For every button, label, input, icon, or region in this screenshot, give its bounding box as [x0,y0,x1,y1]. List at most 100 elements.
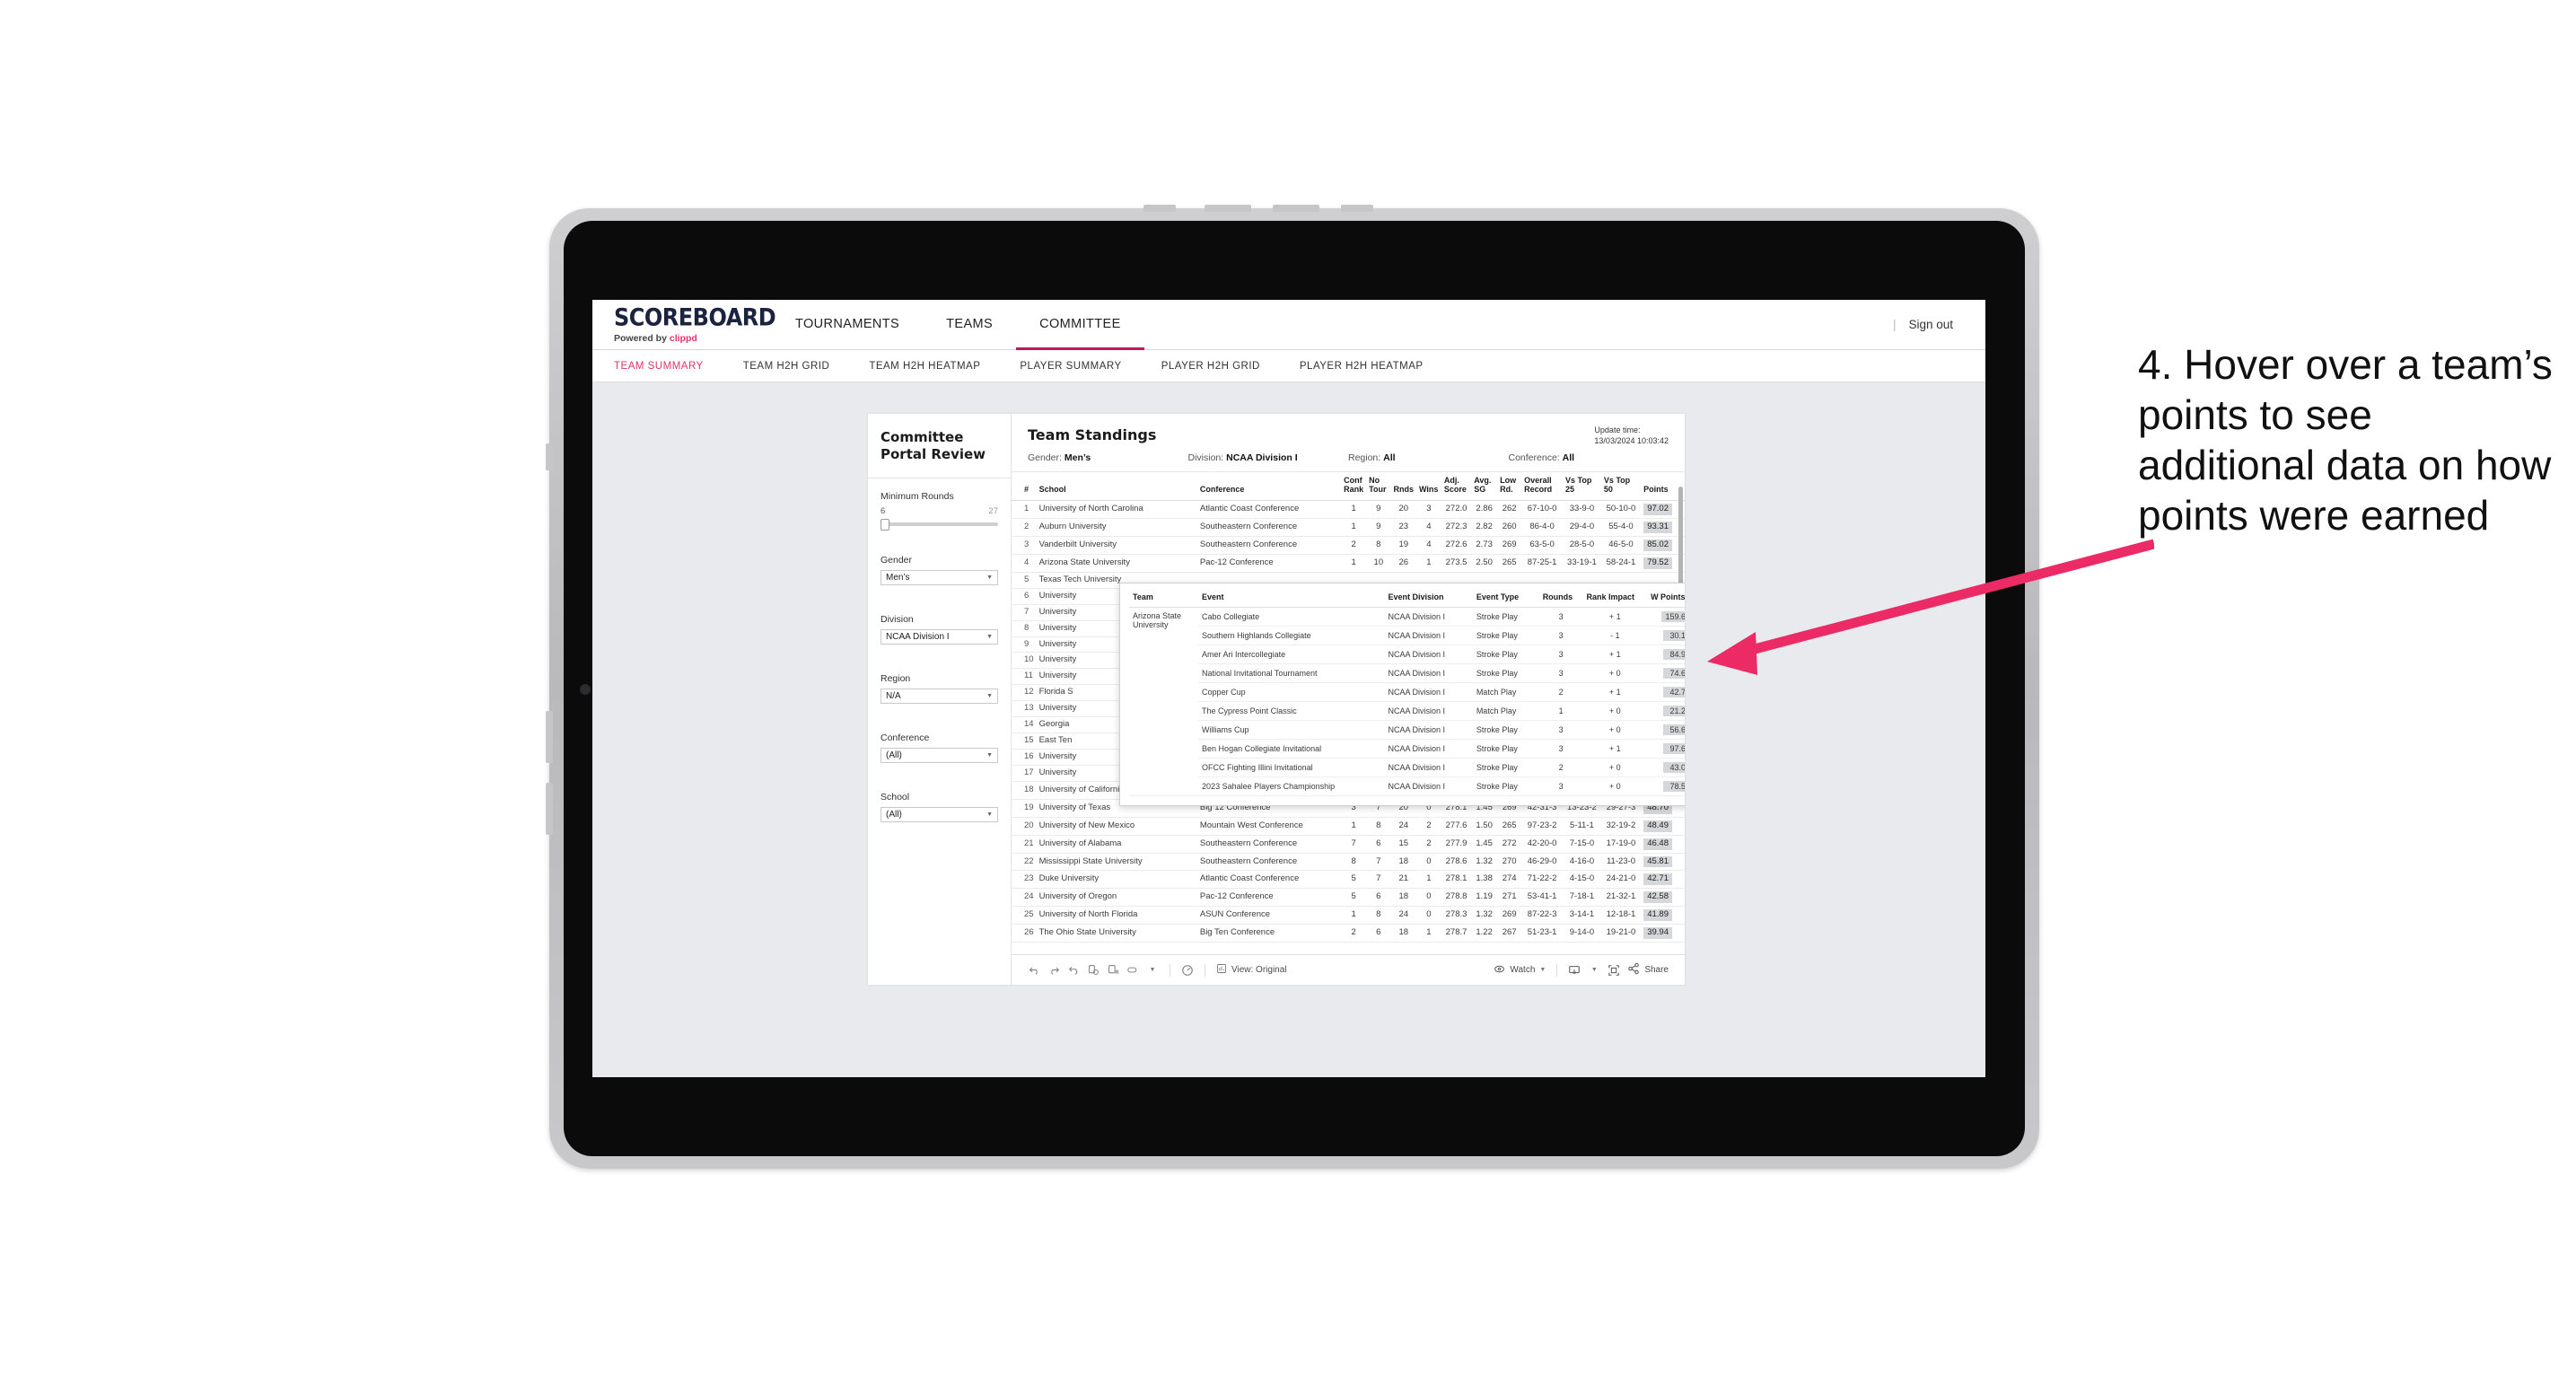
camera-icon [580,684,591,695]
tab-team-summary[interactable]: TEAM SUMMARY [614,361,723,372]
cell-rnds: 19 [1390,536,1417,555]
table-row[interactable]: 25 University of North Florida ASUN Confer… [1012,906,1685,925]
cell-conf-rank: 8 [1341,853,1367,872]
cell-points[interactable]: 46.48 [1641,835,1685,854]
table-row[interactable]: 22 Mississippi State University Southeaste… [1012,853,1685,872]
tab-player-h2h-heatmap[interactable]: PLAYER H2H HEATMAP [1280,361,1443,372]
cell-rank: 15 [1012,732,1037,750]
cell-avg-sg: 1.38 [1471,870,1498,890]
minimum-rounds-slider-handle[interactable] [881,519,889,531]
nav-item-tournaments[interactable]: TOURNAMENTS [772,300,923,350]
cell-rank: 3 [1012,536,1037,555]
watch-button[interactable]: Watch ▼ [1490,963,1549,978]
cell-rank: 7 [1012,604,1037,621]
cell-rnds: 21 [1390,870,1417,890]
col-conf-rank[interactable]: Conf Rank [1341,472,1367,502]
table-row[interactable]: 24 University of Oregon Pac-12 Conference 5… [1012,888,1685,908]
col-vs-top-25[interactable]: Vs Top 25 [1563,472,1601,502]
table-row[interactable]: 4 Arizona State University Pac-12 Conferen… [1012,554,1685,573]
table-row[interactable]: 23 Duke University Atlantic Coast Conferen… [1012,870,1685,890]
custom-view-icon[interactable] [1123,964,1143,976]
table-row[interactable]: 20 University of New Mexico Mountain West … [1012,817,1685,836]
col-wins[interactable]: Wins [1416,472,1441,502]
cell-adj-score: 278.7 [1441,924,1472,943]
tooltip-cell-event: Williams Cup [1198,720,1385,740]
table-vertical-scrollbar[interactable] [1678,487,1683,587]
pause-auto-updates-icon[interactable] [1103,964,1123,976]
undo-icon[interactable] [1024,964,1044,976]
tooltip-team-name: Arizona State University [1129,607,1199,796]
col-vs-top-50[interactable]: Vs Top 50 [1600,472,1642,502]
cell-vs-top-25: 7-15-0 [1563,835,1601,854]
pause-icon[interactable] [1178,964,1197,977]
refresh-data-icon[interactable] [1083,964,1103,976]
signout-button[interactable]: Sign out [1908,318,1953,331]
view-original-button[interactable]: View: Original [1213,963,1291,977]
col-rank[interactable]: # [1012,472,1037,502]
tab-player-summary[interactable]: PLAYER SUMMARY [1000,361,1141,372]
signout-area: | Sign out [1893,300,1985,349]
col-school[interactable]: School [1036,472,1197,502]
cell-points[interactable]: 45.81 [1641,853,1685,872]
gender-select[interactable]: Men’s ▼ [881,570,998,586]
tooltip-cell-event: The Cypress Point Classic [1198,701,1385,721]
region-select[interactable]: N/A ▼ [881,689,998,705]
cell-rank: 17 [1012,765,1037,782]
col-overall-record[interactable]: Overall Record [1521,472,1564,502]
points-value: 45.81 [1643,855,1672,868]
chevron-down-icon[interactable]: ▼ [1143,967,1162,973]
tooltip-table-body: Arizona State University Cabo Collegiate N… [1129,607,1685,796]
table-row[interactable]: 3 Vanderbilt University Southeastern Confe… [1012,536,1685,555]
download-icon[interactable] [1564,964,1584,977]
cell-school: Duke University [1036,870,1197,890]
table-row[interactable]: 1 University of North Carolina Atlantic Co… [1012,500,1685,520]
cell-points[interactable]: 48.49 [1641,817,1685,836]
col-low-rd[interactable]: Low Rd. [1497,472,1522,502]
table-row[interactable]: 26 The Ohio State University Big Ten Confe… [1012,924,1685,943]
tooltip-cell-event-division: NCAA Division I [1384,739,1473,759]
cell-conference: Pac-12 Conference [1196,888,1342,908]
chevron-down-icon[interactable]: ▼ [1584,967,1604,973]
tab-team-h2h-heatmap[interactable]: TEAM H2H HEATMAP [849,361,1000,372]
col-no-tour[interactable]: No Tour [1366,472,1391,502]
col-adj-score[interactable]: Adj. Score [1441,472,1472,502]
device-top-button-2 [1205,205,1251,212]
table-row[interactable]: 2 Auburn University Southeastern Conferenc… [1012,518,1685,537]
revert-icon[interactable] [1064,964,1083,976]
portal-title: Committee Portal Review [868,414,1011,479]
view-icon [1216,963,1227,977]
cell-points[interactable]: 42.71 [1641,870,1685,890]
minimum-rounds-slider[interactable] [881,519,998,531]
table-row[interactable]: 21 University of Alabama Southeastern Conf… [1012,835,1685,854]
cell-low-rd: 270 [1497,853,1522,872]
conference-value: (All) [886,750,902,761]
cell-rank: 18 [1012,781,1037,800]
fullscreen-icon[interactable] [1604,964,1624,977]
division-select[interactable]: NCAA Division I ▼ [881,629,998,645]
cell-points[interactable]: 41.89 [1641,906,1685,925]
redo-icon[interactable] [1044,964,1064,976]
tooltip-cell-rounds: 3 [1538,607,1583,627]
cell-points[interactable]: 39.94 [1641,924,1685,943]
col-conference[interactable]: Conference [1196,472,1342,502]
school-select[interactable]: (All) ▼ [881,807,998,823]
tab-team-h2h-grid[interactable]: TEAM H2H GRID [723,361,850,372]
cell-points[interactable]: 42.58 [1641,888,1685,908]
col-avg-sg[interactable]: Avg. SG [1471,472,1498,502]
cell-conference: Atlantic Coast Conference [1196,870,1342,890]
tab-player-h2h-grid[interactable]: PLAYER H2H GRID [1142,361,1280,372]
nav-item-committee[interactable]: COMMITTEE [1016,300,1144,350]
brand-logo[interactable]: SCOREBOARD Powered by clippd [592,300,776,349]
col-rnds[interactable]: Rnds [1390,472,1417,502]
dashboard-panel: Committee Portal Review Minimum Rounds 6… [868,414,1685,985]
tooltip-cell-rank-impact: + 0 [1582,701,1648,721]
tooltip-cell-event-type: Stroke Play [1472,626,1539,645]
share-button[interactable]: Share [1624,962,1672,978]
watch-label: Watch [1510,965,1536,975]
conference-select[interactable]: (All) ▼ [881,748,998,764]
tooltip-w-points-value: 84.97 [1663,649,1685,660]
tooltip-cell-w-points: 97.61 [1647,739,1685,759]
nav-item-teams[interactable]: TEAMS [923,300,1016,350]
